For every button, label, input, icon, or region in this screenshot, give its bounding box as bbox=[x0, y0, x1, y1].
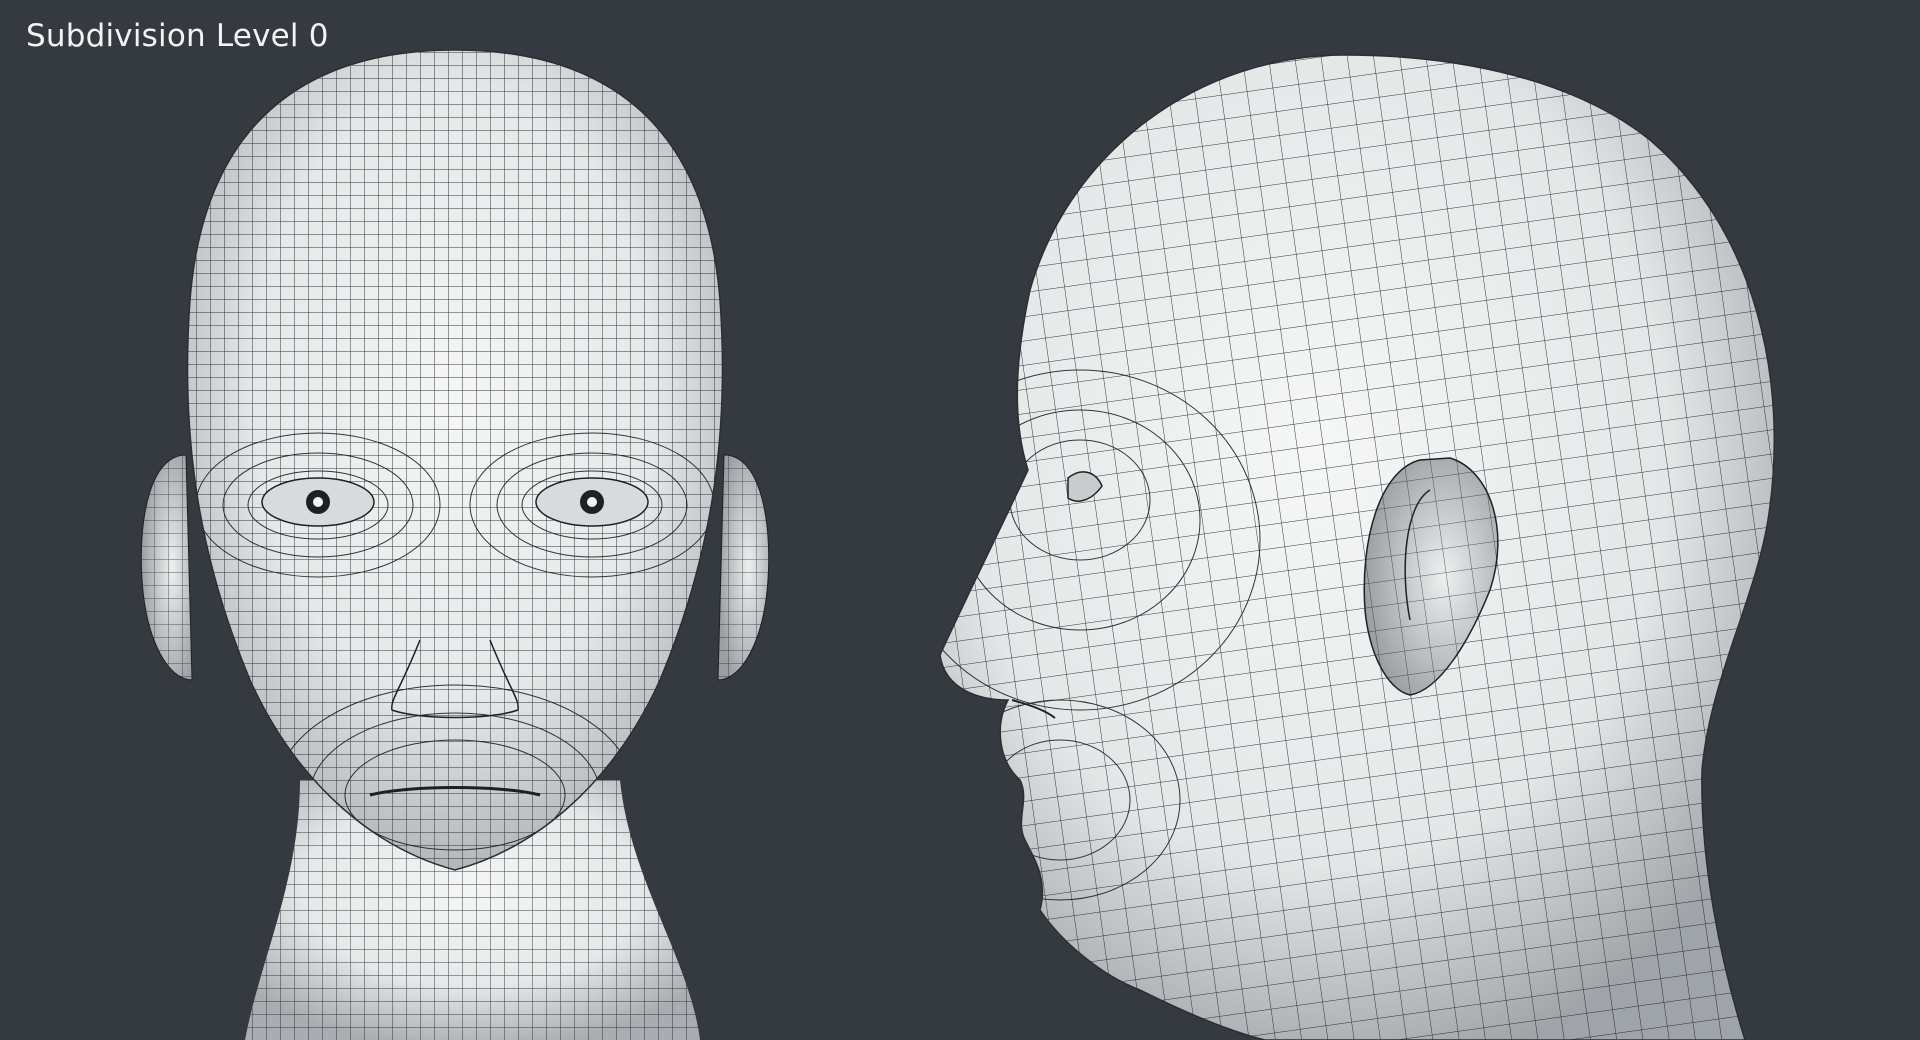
render-viewport: Subdivision Level 0 bbox=[0, 0, 1920, 1040]
front-head-mesh bbox=[140, 49, 770, 1040]
front-left-eye bbox=[261, 477, 375, 527]
side-head-mesh bbox=[939, 54, 1776, 1040]
front-right-eye bbox=[535, 477, 649, 527]
mesh-render bbox=[140, 49, 1776, 1040]
